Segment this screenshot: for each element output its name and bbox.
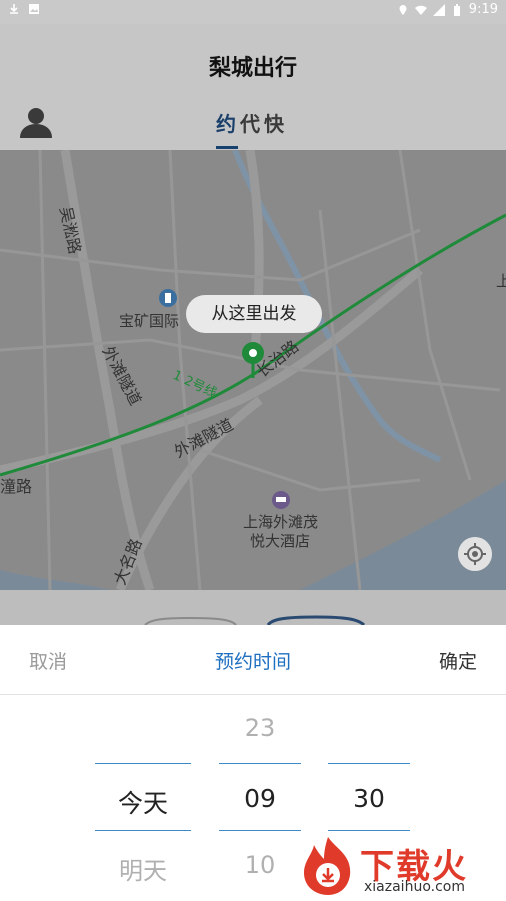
map-label-edge: 上 [496,272,506,290]
map-label-wusong-road: 吴淞路 [56,205,85,256]
day-next[interactable]: 明天 [95,851,191,886]
day-divider-bottom [95,830,191,831]
minute-divider-top [328,763,410,764]
map-label-tong-road: 潼路 [0,477,32,496]
river-area-left [0,570,110,590]
hour-divider-top [219,763,301,764]
hidden-buttons-outline [144,615,366,627]
tab-designated-driver[interactable]: 代 [240,108,260,137]
river-area [300,480,506,590]
day-wheel[interactable]: 今天 明天 [95,694,191,900]
watermark-url: xiazaihuo.com [364,879,465,895]
map-canvas: 吴淞路 宝矿国际 1 2号线 长治路 外滩隧道 外滩隧道 潼路 大名路 上海外滩… [0,150,506,590]
below-map-strip [0,590,506,627]
pickup-bubble[interactable]: 从这里出发 [186,295,322,333]
profile-icon[interactable] [18,104,54,140]
wifi-icon [414,5,427,15]
location-icon [399,4,407,15]
app-header: 梨城出行 约 代 快 [0,24,506,150]
hour-prev[interactable]: 23 [219,714,301,742]
image-icon [29,4,39,14]
status-bar: 9:19 [0,0,506,24]
app-title: 梨城出行 [208,56,297,81]
day-divider-top [95,763,191,764]
flame-logo-icon [304,837,351,895]
picker-header: 取消 预约时间 确定 [0,625,506,695]
hour-wheel[interactable]: 23 09 10 [219,694,301,900]
download-icon [10,4,18,14]
minute-divider-bottom [328,830,410,831]
locate-me-icon[interactable] [458,537,492,571]
confirm-button[interactable]: 确定 [439,647,477,674]
hour-next[interactable]: 10 [219,851,301,879]
tab-express[interactable]: 快 [264,108,284,137]
hour-divider-bottom [219,830,301,831]
minute-selected[interactable]: 30 [328,784,410,813]
map-view[interactable]: 吴淞路 宝矿国际 1 2号线 长治路 外滩隧道 外滩隧道 潼路 大名路 上海外滩… [0,150,506,590]
status-time: 9:19 [468,2,498,17]
signal-icon [432,3,445,16]
hotel-poi-icon [272,491,290,509]
tab-appointment[interactable]: 约 [216,108,238,149]
hour-selected[interactable]: 09 [219,784,301,813]
map-label-hotel-line1: 上海外滩茂 [243,513,318,531]
building-poi-icon [159,289,177,307]
map-label-metro-line: 1 2号线 [170,368,219,401]
watermark: 下载火 xiazaihuo.com [298,835,506,900]
picker-title: 预约时间 [214,651,291,673]
map-label-hotel-line2: 悦大酒店 [250,532,310,550]
map-label-baokuang: 宝矿国际 [119,312,179,330]
battery-icon [453,3,460,16]
service-tabs: 约 代 快 [216,108,284,149]
day-selected[interactable]: 今天 [95,784,191,820]
